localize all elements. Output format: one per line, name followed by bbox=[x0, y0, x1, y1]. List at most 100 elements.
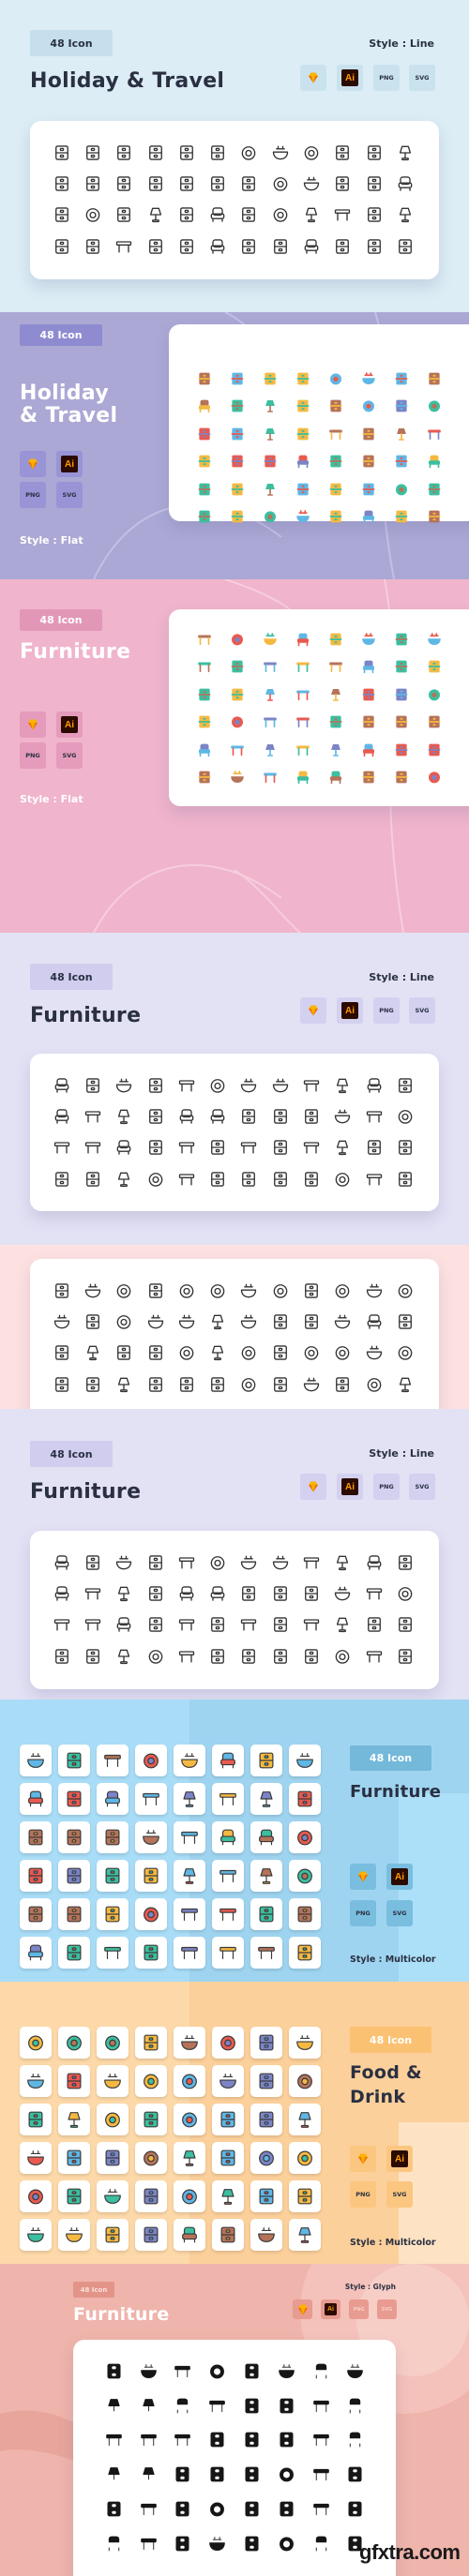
icon-cell-clock[interactable] bbox=[417, 681, 450, 709]
icon-cell-coconut[interactable] bbox=[20, 2180, 58, 2219]
icon-cell-bookshelf[interactable] bbox=[389, 1070, 420, 1101]
icon-cell-calendar[interactable] bbox=[352, 420, 385, 448]
icon-cell-sausage[interactable] bbox=[58, 2065, 97, 2104]
icon-cell-cookie[interactable] bbox=[135, 2142, 174, 2180]
icon-cell-desk[interactable] bbox=[358, 1640, 389, 1671]
icon-cell-chair[interactable] bbox=[109, 1132, 140, 1163]
icon-cell-toilet[interactable] bbox=[188, 736, 220, 764]
icon-cell-sofa[interactable] bbox=[352, 736, 385, 764]
icon-cell-bookshelf[interactable] bbox=[58, 1783, 97, 1821]
icon-cell-dresser[interactable] bbox=[166, 2526, 201, 2561]
icon-cell-picture-frame[interactable] bbox=[200, 2423, 234, 2458]
icon-cell-shelf-bench[interactable] bbox=[171, 1163, 202, 1194]
icon-cell-bunk-frame[interactable] bbox=[77, 1163, 108, 1194]
icon-cell-bed[interactable] bbox=[265, 137, 295, 168]
icon-cell-broccoli[interactable] bbox=[265, 1275, 295, 1306]
icon-cell-drawer-cabinet[interactable] bbox=[250, 1745, 289, 1783]
icon-cell-table[interactable] bbox=[97, 1745, 135, 1783]
icon-cell-office-chair[interactable] bbox=[202, 1101, 233, 1131]
icon-cell-wardrobe[interactable] bbox=[385, 625, 417, 653]
icon-cell-bed[interactable] bbox=[352, 365, 385, 393]
icon-cell-cracker[interactable] bbox=[171, 1369, 202, 1400]
icon-cell-drawers[interactable] bbox=[188, 764, 220, 792]
icon-cell-window[interactable] bbox=[265, 1640, 295, 1671]
icon-cell-palm-tree[interactable] bbox=[46, 168, 77, 199]
icon-cell-bunk-frame[interactable] bbox=[220, 681, 253, 709]
icon-cell-frame-stand[interactable] bbox=[265, 1101, 295, 1131]
icon-cell-kitchen-counter[interactable] bbox=[339, 2457, 373, 2492]
icon-cell-fried-egg[interactable] bbox=[109, 1275, 140, 1306]
icon-cell-cheese[interactable] bbox=[295, 1275, 326, 1306]
icon-cell-kitchen-counter[interactable] bbox=[352, 681, 385, 709]
icon-cell-round-table[interactable] bbox=[253, 764, 286, 792]
icon-cell-ticket[interactable] bbox=[327, 137, 358, 168]
icon-cell-photo[interactable] bbox=[77, 168, 108, 199]
icon-cell-lifebuoy[interactable] bbox=[319, 365, 352, 393]
icon-cell-cabinet[interactable] bbox=[269, 2423, 304, 2458]
icon-cell-toilet[interactable] bbox=[46, 1101, 77, 1131]
icon-cell-trash-bin[interactable] bbox=[202, 1163, 233, 1194]
icon-cell-airplane[interactable] bbox=[234, 168, 265, 199]
icon-cell-cocktail[interactable] bbox=[327, 1369, 358, 1400]
icon-cell-phone-location[interactable] bbox=[358, 168, 389, 199]
icon-cell-taxi[interactable] bbox=[140, 137, 171, 168]
icon-cell-sunscreen[interactable] bbox=[253, 393, 286, 421]
icon-cell-binoculars[interactable] bbox=[253, 503, 286, 532]
icon-cell-grandfather-clock[interactable] bbox=[327, 1163, 358, 1194]
icon-cell-wardrobe[interactable] bbox=[140, 1547, 171, 1578]
icon-cell-table-lamp[interactable] bbox=[295, 1132, 326, 1163]
icon-cell-raft[interactable] bbox=[385, 393, 417, 421]
icon-cell-table[interactable] bbox=[77, 1610, 108, 1640]
icon-cell-burger[interactable] bbox=[358, 1275, 389, 1306]
icon-cell-office-chair[interactable] bbox=[319, 764, 352, 792]
icon-cell-tv-stand[interactable] bbox=[135, 1783, 174, 1821]
icon-cell-signpost[interactable] bbox=[140, 168, 171, 199]
icon-cell-window[interactable] bbox=[58, 1898, 97, 1937]
icon-cell-mirror[interactable] bbox=[220, 625, 253, 653]
icon-cell-coconut-drink[interactable] bbox=[417, 393, 450, 421]
icon-cell-cruise-ship[interactable] bbox=[385, 503, 417, 532]
icon-cell-grandfather-clock[interactable] bbox=[327, 1640, 358, 1671]
icon-cell-banana[interactable] bbox=[46, 1369, 77, 1400]
icon-cell-tomato[interactable] bbox=[289, 2142, 327, 2180]
icon-cell-desk-lamp[interactable] bbox=[286, 653, 319, 681]
icon-cell-door-hanger[interactable] bbox=[109, 168, 140, 199]
icon-cell-bed[interactable] bbox=[339, 2354, 373, 2389]
icon-cell-bench[interactable] bbox=[171, 1610, 202, 1640]
icon-cell-credit-card[interactable] bbox=[358, 231, 389, 262]
icon-cell-banana[interactable] bbox=[97, 2142, 135, 2180]
icon-cell-cake[interactable] bbox=[97, 2180, 135, 2219]
icon-cell-floor-lamp[interactable] bbox=[97, 2389, 131, 2423]
icon-cell-photo[interactable] bbox=[188, 475, 220, 503]
icon-cell-hot-air-balloon[interactable] bbox=[389, 137, 420, 168]
icon-cell-ice-cream-sundae[interactable] bbox=[77, 1338, 108, 1369]
icon-cell-pudding[interactable] bbox=[358, 1338, 389, 1369]
icon-cell-ottoman[interactable] bbox=[171, 1101, 202, 1131]
icon-cell-swim-shorts[interactable] bbox=[234, 200, 265, 231]
icon-cell-clock[interactable] bbox=[140, 1163, 171, 1194]
icon-cell-coffee-cup[interactable] bbox=[265, 1369, 295, 1400]
icon-cell-snorkel[interactable] bbox=[202, 168, 233, 199]
icon-cell-tv-stand[interactable] bbox=[77, 1578, 108, 1609]
icon-cell-lifebuoy[interactable] bbox=[234, 137, 265, 168]
icon-cell-cocktail[interactable] bbox=[188, 503, 220, 532]
icon-cell-compass[interactable] bbox=[295, 137, 326, 168]
icon-cell-armchair[interactable] bbox=[304, 2354, 339, 2389]
icon-cell-fries[interactable] bbox=[265, 1306, 295, 1337]
icon-cell-round-table[interactable] bbox=[131, 2526, 166, 2561]
icon-cell-nightstand[interactable] bbox=[166, 2492, 201, 2526]
icon-cell-tent[interactable] bbox=[295, 168, 326, 199]
icon-cell-frame-stand[interactable] bbox=[265, 1578, 295, 1609]
icon-cell-shower[interactable] bbox=[327, 1132, 358, 1163]
icon-cell-palm-tree[interactable] bbox=[286, 475, 319, 503]
icon-cell-apple[interactable] bbox=[97, 2027, 135, 2065]
icon-cell-mirror[interactable] bbox=[202, 1070, 233, 1101]
icon-cell-mushroom[interactable] bbox=[358, 1306, 389, 1337]
icon-cell-shelf[interactable] bbox=[188, 681, 220, 709]
icon-cell-passport[interactable] bbox=[417, 365, 450, 393]
icon-cell-map[interactable] bbox=[171, 137, 202, 168]
icon-cell-train[interactable] bbox=[220, 393, 253, 421]
icon-cell-popcorn[interactable] bbox=[212, 2104, 250, 2142]
icon-cell-airplane[interactable] bbox=[220, 503, 253, 532]
icon-cell-table[interactable] bbox=[171, 1070, 202, 1101]
